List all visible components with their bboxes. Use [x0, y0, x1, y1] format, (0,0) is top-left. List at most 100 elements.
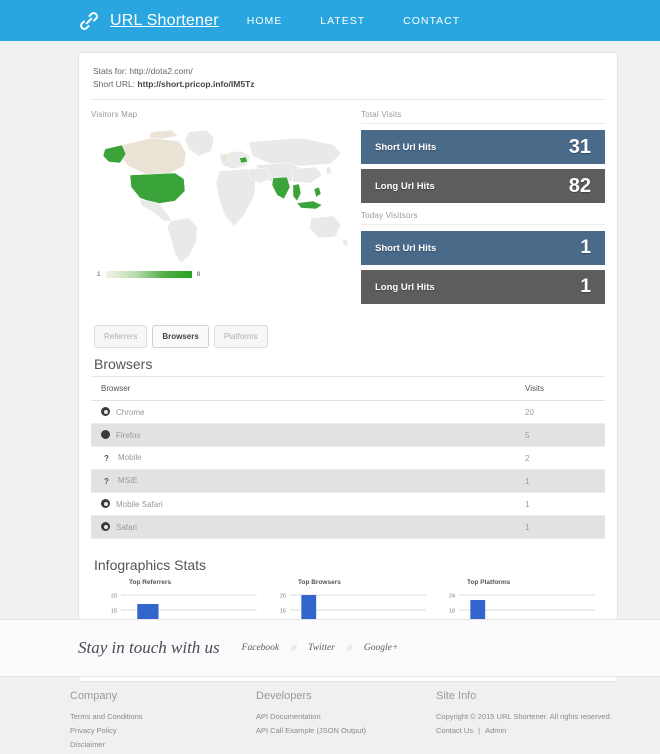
- svg-text:18: 18: [449, 609, 455, 615]
- table-row[interactable]: ? MSIE 1: [91, 470, 605, 493]
- page-root: URL Shortener HOME LATEST CONTACT Stats …: [0, 0, 660, 754]
- today-long-url-hits-bar: Long Url Hits 1: [361, 270, 605, 304]
- footer-social-bar: Stay in touch with us Facebook // Twitte…: [0, 619, 660, 677]
- browser-name: MSIE: [118, 476, 138, 485]
- social-links: Facebook // Twitter // Google+: [242, 643, 399, 653]
- visits-cell: 2: [515, 447, 605, 470]
- legend-gradient: [106, 271, 192, 278]
- stats-for-line: Stats for: http://dota2.com/: [93, 65, 603, 78]
- browser-cell: ?Mobile: [91, 447, 515, 470]
- stats-for-url: http://dota2.com/: [129, 66, 192, 76]
- social-separator: //: [347, 643, 352, 653]
- browser-name: Mobile: [118, 453, 142, 462]
- svg-text:15: 15: [111, 609, 117, 615]
- firefox-icon: [101, 430, 110, 439]
- browser-cell: Mobile Safari: [91, 493, 515, 516]
- today-short-url-hits-label: Short Url Hits: [375, 243, 436, 254]
- tab-browsers[interactable]: Browsers: [152, 325, 208, 348]
- visits-cell: 1: [515, 470, 605, 493]
- stay-in-touch-heading: Stay in touch with us: [78, 638, 220, 658]
- footer-link-terms[interactable]: Terms and Conditions: [70, 710, 256, 724]
- browser-cell: ? MSIE: [91, 470, 515, 493]
- total-short-url-hits-label: Short Url Hits: [375, 142, 436, 153]
- visits-cell: 20: [515, 401, 605, 424]
- visits-column: Total Visits Short Url Hits 31 Long Url …: [361, 110, 605, 309]
- stats-for-label: Stats for:: [93, 66, 127, 76]
- footer-column-developers: Developers API Documentation API Call Ex…: [256, 690, 436, 752]
- browser-name: Firefox: [116, 431, 140, 440]
- footer-column-site-info: Site Info Copyright © 2015 URL Shortener…: [436, 690, 656, 752]
- total-long-url-hits-value: 82: [569, 175, 591, 198]
- tab-platforms[interactable]: Platforms: [214, 325, 268, 348]
- column-header-browser: Browser: [91, 377, 515, 401]
- stats-panel: Stats for: http://dota2.com/ Short URL: …: [78, 52, 618, 682]
- nav-item-home[interactable]: HOME: [247, 15, 283, 27]
- svg-text:15: 15: [280, 609, 286, 615]
- browsers-section-title: Browsers: [94, 356, 605, 372]
- browser-name: Safari: [116, 523, 137, 532]
- unknown-browser-icon: ?: [101, 477, 112, 486]
- total-short-url-hits-bar: Short Url Hits 31: [361, 130, 605, 164]
- footer-columns: Company Terms and Conditions Privacy Pol…: [0, 690, 660, 752]
- footer-link-privacy[interactable]: Privacy Policy: [70, 724, 256, 738]
- footer-link-admin[interactable]: Admin: [485, 726, 506, 735]
- table-row[interactable]: Chrome 20: [91, 401, 605, 424]
- visits-cell: 1: [515, 493, 605, 516]
- browser-cell: Firefox: [91, 424, 515, 447]
- table-row[interactable]: Safari 1: [91, 516, 605, 539]
- total-long-url-hits-bar: Long Url Hits 82: [361, 169, 605, 203]
- browser-cell: Chrome: [91, 401, 515, 424]
- legend-max-value: 8: [197, 271, 201, 278]
- safari-icon: [101, 499, 110, 508]
- nav-item-contact[interactable]: CONTACT: [403, 15, 460, 27]
- today-long-url-hits-label: Long Url Hits: [375, 282, 435, 293]
- footer-heading-company: Company: [70, 690, 256, 702]
- footer-pipe-separator: |: [478, 726, 480, 735]
- table-header-row: Browser Visits: [91, 377, 605, 401]
- short-url-value[interactable]: http://short.pricop.info/IM5Tz: [137, 79, 254, 89]
- svg-text:20: 20: [111, 594, 117, 600]
- today-short-url-hits-value: 1: [580, 237, 591, 259]
- total-short-url-hits-value: 31: [569, 136, 591, 159]
- short-url-label: Short URL:: [93, 79, 135, 89]
- world-map-svg: [91, 123, 349, 265]
- footer-copyright: Copyright © 2015 URL Shortener. All righ…: [436, 710, 656, 724]
- table-row[interactable]: Mobile Safari 1: [91, 493, 605, 516]
- visitors-map[interactable]: [91, 123, 349, 265]
- chart-title-top-browsers: Top Browsers: [298, 579, 432, 586]
- total-visits-title: Total Visits: [361, 110, 605, 119]
- footer-heading-developers: Developers: [256, 690, 436, 702]
- chart-title-top-referrers: Top Referrers: [129, 579, 263, 586]
- social-link-twitter[interactable]: Twitter: [308, 643, 335, 653]
- today-visitors-title: Today Visitsors: [361, 211, 605, 220]
- social-link-googleplus[interactable]: Google+: [364, 643, 398, 653]
- nav-links: HOME LATEST CONTACT: [247, 15, 498, 27]
- legend-min-value: 1: [97, 271, 101, 278]
- visits-cell: 5: [515, 424, 605, 447]
- short-url-line: Short URL: http://short.pricop.info/IM5T…: [93, 78, 603, 91]
- safari-icon: [101, 522, 110, 531]
- footer-link-api-documentation[interactable]: API Documentation: [256, 710, 436, 724]
- social-link-facebook[interactable]: Facebook: [242, 643, 279, 653]
- table-row[interactable]: Firefox 5: [91, 424, 605, 447]
- chrome-icon: [101, 407, 110, 416]
- footer-link-api-call-example[interactable]: API Call Example (JSON Output): [256, 724, 436, 738]
- svg-text:20: 20: [280, 594, 286, 600]
- column-header-visits: Visits: [515, 377, 605, 401]
- today-short-url-hits-bar: Short Url Hits 1: [361, 231, 605, 265]
- visits-cell: 1: [515, 516, 605, 539]
- top-navbar: URL Shortener HOME LATEST CONTACT: [0, 0, 660, 41]
- stats-columns: Visitors Map: [91, 110, 605, 309]
- map-title: Visitors Map: [91, 110, 349, 119]
- footer-link-contact-us[interactable]: Contact Us: [436, 726, 473, 735]
- browser-name: Mobile Safari: [116, 500, 163, 509]
- header-divider: [91, 99, 605, 100]
- tab-referrers[interactable]: Referrers: [94, 325, 147, 348]
- brand-link[interactable]: URL Shortener: [110, 12, 219, 30]
- footer-link-disclaimer[interactable]: Disclaimer: [70, 738, 256, 752]
- nav-item-latest[interactable]: LATEST: [320, 15, 365, 27]
- chart-title-top-platforms: Top Platforms: [467, 579, 601, 586]
- table-row[interactable]: ?Mobile 2: [91, 447, 605, 470]
- total-visits-rule: [361, 123, 605, 124]
- link-chain-icon: [78, 10, 110, 32]
